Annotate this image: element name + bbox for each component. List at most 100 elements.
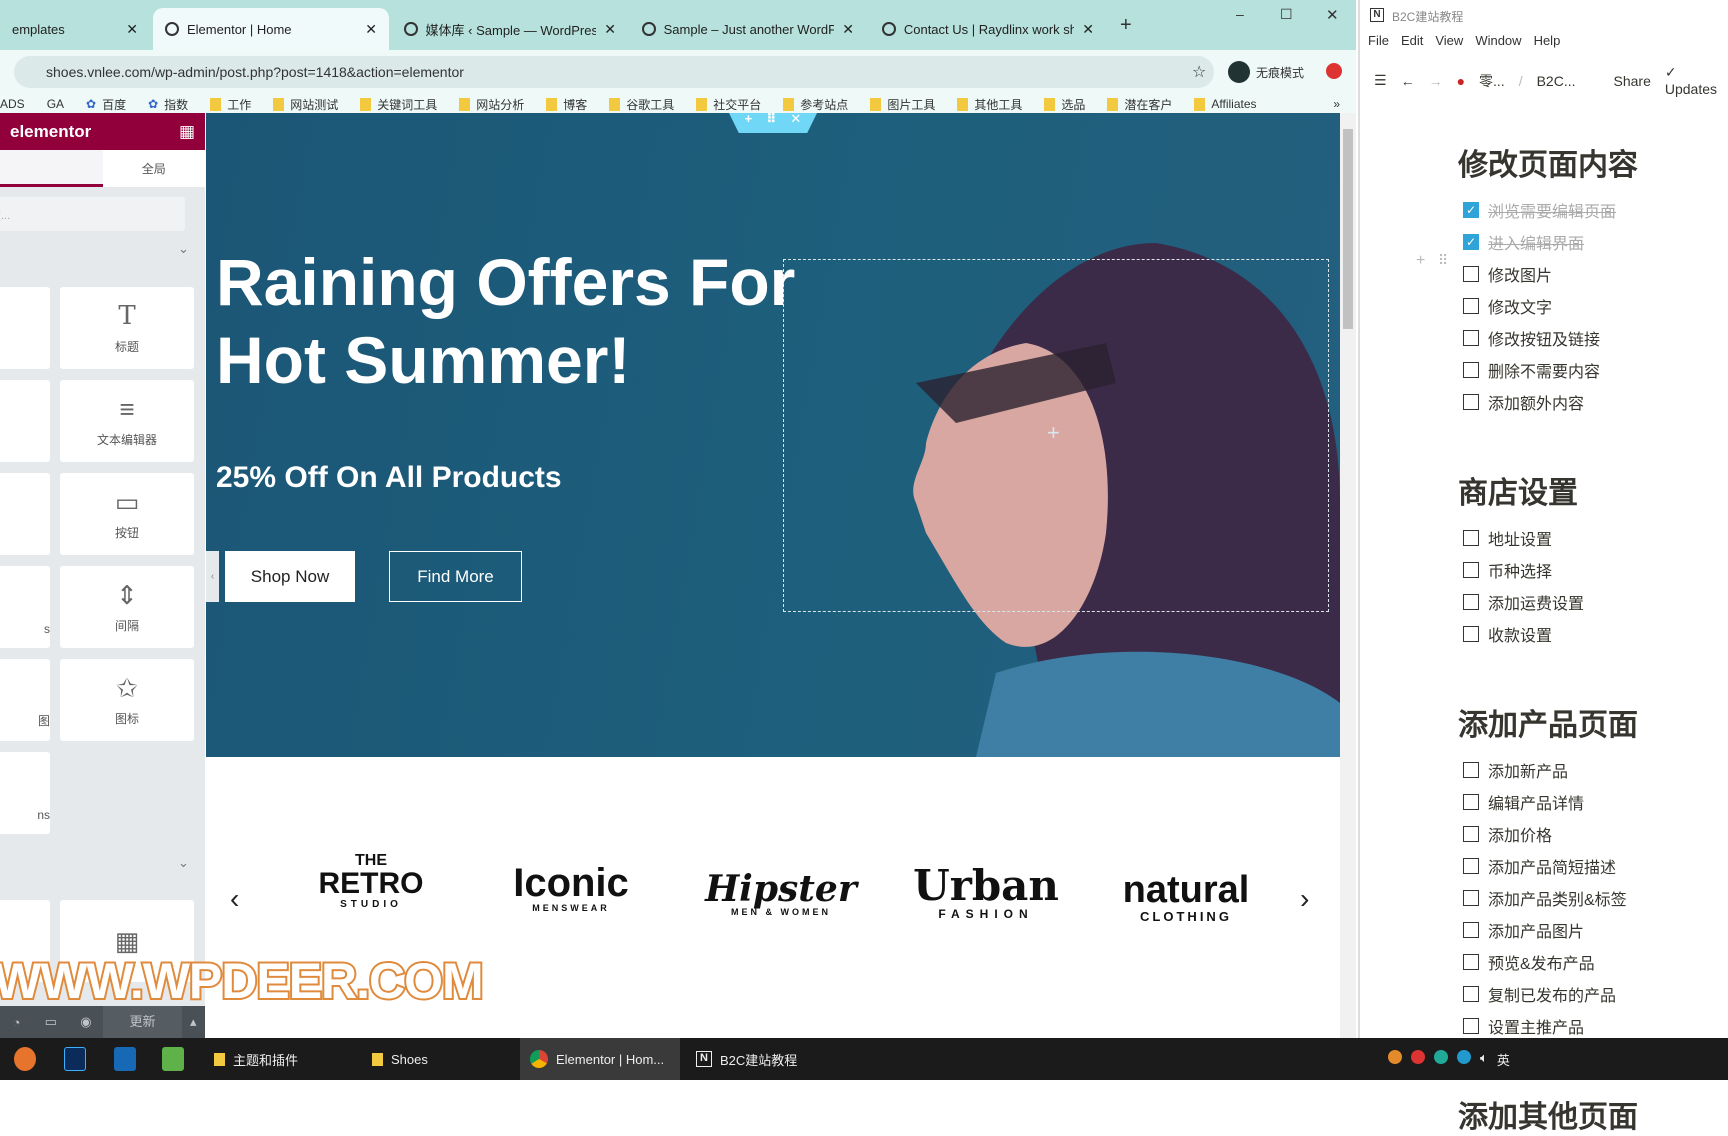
todo-item[interactable]: 修改按钮及链接 [1463,326,1600,350]
url-input[interactable]: shoes.vnlee.com/wp-admin/post.php?post=1… [14,56,1214,88]
apps-grid-icon[interactable]: ▦ [179,122,195,142]
todo-text[interactable]: 添加价格 [1488,822,1552,846]
wechat-icon[interactable] [1434,1050,1448,1064]
system-tray[interactable]: 🔈︎ 英 [1388,1050,1510,1069]
widget-icon[interactable]: ✩ 图标 [60,659,194,741]
caret-up-icon[interactable]: ▴ [182,1014,205,1030]
todo-item[interactable]: ✓ 进入编辑界面 [1463,230,1584,254]
update-icon[interactable] [1326,63,1342,79]
checkbox[interactable] [1463,922,1479,938]
column-selection-box[interactable]: + [783,259,1329,612]
browser-tab[interactable]: 媒体库 ‹ Sample — WordPress ✕ [392,8,628,50]
todo-text[interactable]: 预览&发布产品 [1488,950,1595,974]
todo-text[interactable]: 修改图片 [1488,262,1552,286]
carousel-next-arrow[interactable]: › [1300,883,1309,915]
bookmark-item[interactable]: 网站分析 [459,96,524,113]
section-heading[interactable]: 商店设置 [1458,468,1578,512]
checkbox[interactable] [1463,1018,1479,1034]
todo-text[interactable]: 收款设置 [1488,622,1552,646]
close-tab-icon[interactable]: ✕ [126,21,138,38]
add-block-icon[interactable]: + [1416,252,1425,270]
panel-collapse-toggle[interactable]: ‹ [206,551,219,602]
close-tab-icon[interactable]: ✕ [1082,21,1094,38]
preview-eye-icon[interactable]: ◉ [68,1014,103,1030]
menu-item[interactable]: View [1435,33,1463,48]
taskbar-item[interactable]: 主题和插件 [204,1038,354,1080]
checkbox[interactable] [1463,890,1479,906]
todo-item[interactable]: 复制已发布的产品 [1463,982,1616,1006]
todo-item[interactable]: 添加产品图片 [1463,918,1584,942]
taskbar-item-chrome[interactable]: Elementor | Hom... [520,1038,680,1080]
volume-icon[interactable]: 🔈︎ [1480,1050,1488,1069]
todo-text[interactable]: 修改文字 [1488,294,1552,318]
maximize-button[interactable]: ☐ [1280,6,1293,23]
carousel-prev-arrow[interactable]: ‹ [230,883,239,915]
taskbar-item[interactable]: Shoes [362,1038,512,1080]
close-tab-icon[interactable]: ✕ [604,21,616,38]
ime-indicator[interactable]: 英 [1497,1050,1510,1069]
bookmark-item[interactable]: ✿ 百度 [86,96,126,113]
todo-item[interactable]: 修改图片 [1463,262,1552,286]
updates-button[interactable]: ✓ Updates [1665,64,1728,97]
tab-elements[interactable] [0,150,103,187]
bookmark-item[interactable]: 参考站点 [783,96,848,113]
todo-text[interactable]: 添加产品图片 [1488,918,1584,942]
find-more-button[interactable]: Find More [389,551,522,602]
todo-text[interactable]: 编辑产品详情 [1488,790,1584,814]
tray-icon[interactable] [1388,1050,1402,1064]
hero-section[interactable]: + ⠿ ✕ + Raining Offers For Hot Summer! 25% … [206,113,1340,757]
todo-item[interactable]: 添加运费设置 [1463,590,1584,614]
breadcrumb-item[interactable]: B2C... [1537,73,1576,89]
widget-tile[interactable]: 图 [0,659,50,741]
todo-text[interactable]: 删除不需要内容 [1488,358,1600,382]
todo-item[interactable]: 添加额外内容 [1463,390,1584,414]
todo-text[interactable]: 添加产品类别&标签 [1488,886,1627,910]
todo-item[interactable]: 添加新产品 [1463,758,1568,782]
todo-item[interactable]: ✓ 浏览需要编辑页面 [1463,198,1616,222]
delete-section-icon[interactable]: ✕ [790,113,801,133]
responsive-desktop-icon[interactable]: ▭ [33,1014,68,1030]
menu-item[interactable]: Help [1534,33,1561,48]
checkbox[interactable] [1463,298,1479,314]
widget-search-input[interactable]: 搜... [0,197,185,231]
app-icon[interactable] [114,1047,136,1071]
section-heading[interactable]: 添加产品页面 [1458,700,1638,744]
checkbox[interactable] [1463,762,1479,778]
checkbox[interactable]: ✓ [1463,234,1479,250]
bookmark-item[interactable]: GA [47,97,64,111]
chevron-down-icon[interactable]: ⌄ [178,241,189,257]
todo-text[interactable]: 地址设置 [1488,526,1552,550]
menu-item[interactable]: Window [1475,33,1521,48]
widget-tile[interactable]: ns [0,752,50,834]
section-heading[interactable]: 添加其他页面 [1458,1092,1638,1136]
update-button[interactable]: 更新 [103,1006,182,1038]
browser-tab[interactable]: Sample – Just another WordPr ✕ [630,8,866,50]
browser-tab[interactable]: emplates ✕ [0,8,150,50]
todo-text[interactable]: 添加产品简短描述 [1488,854,1616,878]
checkbox[interactable] [1463,530,1479,546]
widget-tile[interactable] [0,473,50,555]
add-element-plus-icon[interactable]: + [1047,420,1060,446]
todo-item[interactable]: 添加价格 [1463,822,1552,846]
add-section-icon[interactable]: + [745,113,753,133]
todo-text[interactable]: 添加运费设置 [1488,590,1584,614]
forward-arrow-icon[interactable]: → [1429,73,1443,89]
todo-text[interactable]: 添加额外内容 [1488,390,1584,414]
todo-text[interactable]: 复制已发布的产品 [1488,982,1616,1006]
incognito-badge[interactable]: 无痕模式 [1228,58,1304,86]
checkbox[interactable] [1463,626,1479,642]
checkbox[interactable] [1463,986,1479,1002]
section-handle[interactable]: + ⠿ ✕ [728,113,818,133]
checkbox[interactable] [1463,330,1479,346]
todo-item[interactable]: 预览&发布产品 [1463,950,1595,974]
new-tab-button[interactable]: + [1120,14,1132,37]
canvas-scrollbar[interactable] [1340,113,1356,1038]
chevron-down-icon[interactable]: ⌄ [178,855,189,871]
drag-block-icon[interactable]: ⠿ [1438,252,1448,269]
bookmark-item[interactable]: 图片工具 [870,96,935,113]
widget-tile[interactable] [0,287,50,369]
widget-button[interactable]: ▭ 按钮 [60,473,194,555]
checkbox[interactable] [1463,794,1479,810]
todo-item[interactable]: 收款设置 [1463,622,1552,646]
widget-tile[interactable] [0,380,50,462]
